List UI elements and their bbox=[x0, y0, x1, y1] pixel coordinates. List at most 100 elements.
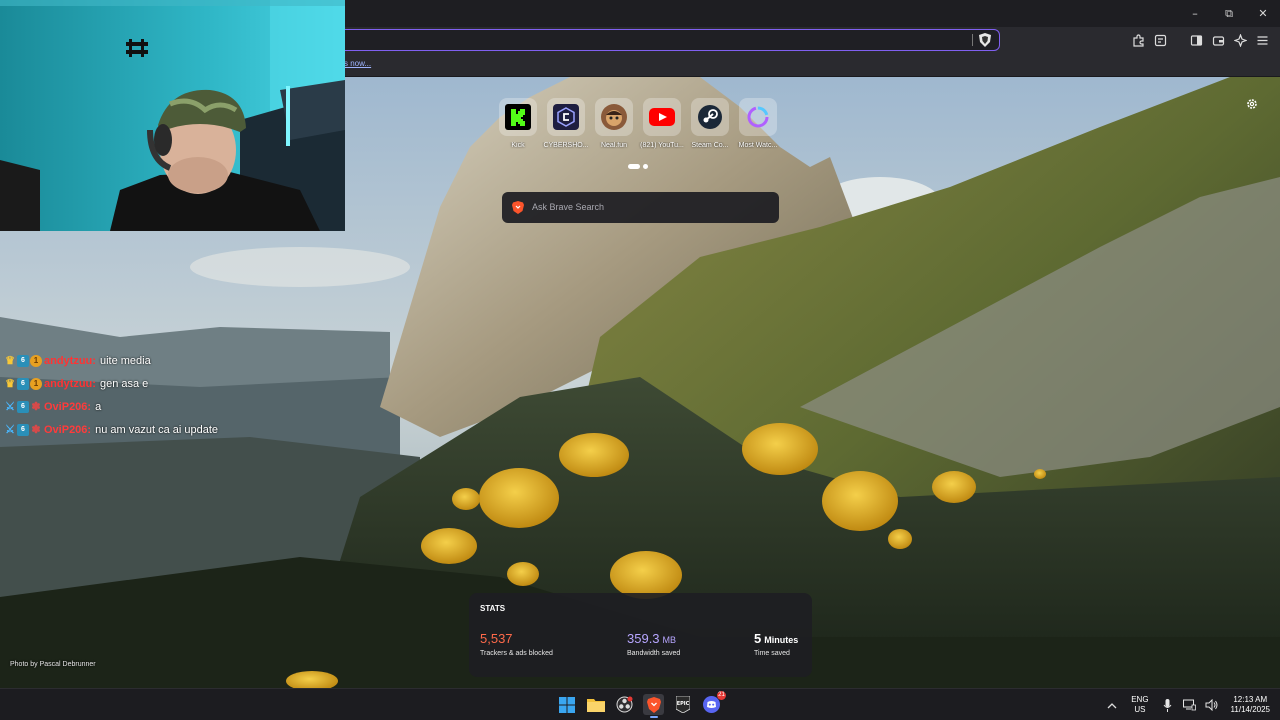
bookmark-link[interactable]: s now... bbox=[344, 59, 371, 68]
top-site-tile[interactable] bbox=[643, 98, 681, 136]
leo-ai-icon[interactable] bbox=[1232, 32, 1248, 48]
top-site-label: Kick bbox=[511, 142, 525, 149]
sidebar-icon[interactable] bbox=[1188, 32, 1204, 48]
youtube-icon bbox=[649, 108, 675, 126]
chat-text: gen asa e bbox=[99, 377, 149, 390]
brave-icon[interactable] bbox=[643, 694, 664, 718]
chat-username: OviP206: bbox=[44, 400, 92, 413]
top-site-tile[interactable] bbox=[499, 98, 537, 136]
top-site-kick[interactable]: Kick bbox=[498, 98, 538, 149]
chat-message: ♛ 6 1 andytzuu: uite media bbox=[4, 349, 218, 372]
subscriber-badge-icon: 6 bbox=[17, 423, 29, 436]
windows-taskbar: EPIC 21 ENG US 12:13 AM 11/14/2025 bbox=[0, 688, 1280, 720]
stream-chat-overlay: ♛ 6 1 andytzuu: uite media ♛ 6 1 andytzu… bbox=[4, 349, 218, 441]
top-site-tile[interactable] bbox=[595, 98, 633, 136]
svg-text:EPIC: EPIC bbox=[676, 701, 689, 707]
stat-time: 5 Minutes Time saved bbox=[754, 631, 798, 657]
page-dot-active[interactable] bbox=[628, 164, 640, 169]
top-site-tile[interactable] bbox=[547, 98, 585, 136]
stat-trackers: 5,537 Trackers & ads blocked bbox=[480, 631, 553, 657]
top-site-steam[interactable]: Steam Co... bbox=[690, 98, 730, 149]
chat-username: andytzuu: bbox=[44, 354, 96, 367]
language-indicator[interactable]: ENG US bbox=[1131, 695, 1148, 715]
stat-trackers-value: 5,537 bbox=[480, 631, 513, 646]
epic-games-icon[interactable]: EPIC bbox=[672, 694, 693, 715]
discord-icon[interactable]: 21 bbox=[701, 691, 726, 715]
stat-trackers-label: Trackers & ads blocked bbox=[480, 650, 553, 657]
coin-badge-icon: 1 bbox=[30, 377, 42, 390]
wallet-icon[interactable] bbox=[1210, 32, 1226, 48]
address-bar-divider bbox=[972, 34, 973, 46]
top-site-label: Most Watc... bbox=[738, 142, 778, 149]
clock[interactable]: 12:13 AM 11/14/2025 bbox=[1231, 695, 1270, 715]
stat-bandwidth-value: 359.3 bbox=[627, 631, 660, 646]
stat-time-label: Time saved bbox=[754, 650, 790, 657]
top-site-youtube[interactable]: (821) YouTu... bbox=[640, 98, 684, 149]
chat-username: andytzuu: bbox=[44, 377, 96, 390]
nealfun-icon bbox=[601, 104, 627, 130]
top-site-most-watched[interactable]: Most Watc... bbox=[738, 98, 778, 149]
page-icon[interactable] bbox=[1152, 32, 1168, 48]
network-icon[interactable] bbox=[1182, 697, 1198, 713]
loading-ring-icon bbox=[747, 106, 769, 128]
stat-time-value: 5 bbox=[754, 631, 762, 646]
chat-message: ♛ 6 1 andytzuu: gen asa e bbox=[4, 372, 218, 395]
settings-gear-icon[interactable] bbox=[1245, 97, 1259, 111]
brave-lion-icon bbox=[512, 201, 524, 214]
clock-time: 12:13 AM bbox=[1233, 695, 1268, 704]
minimize-button[interactable]: – bbox=[1178, 0, 1212, 27]
stats-widget[interactable]: STATS 5,537 Trackers & ads blocked 359.3… bbox=[469, 593, 812, 677]
chat-text: a bbox=[95, 400, 102, 413]
top-site-nealfun[interactable]: Neal.fun bbox=[594, 98, 634, 149]
crown-badge-icon: ♛ bbox=[5, 355, 15, 367]
restore-button[interactable]: ⧉ bbox=[1212, 0, 1246, 27]
stat-bandwidth-label: Bandwidth saved bbox=[627, 650, 681, 657]
top-site-label: Neal.fun bbox=[600, 142, 628, 149]
file-explorer-icon[interactable] bbox=[585, 694, 606, 715]
sword-badge-icon: ⚔ bbox=[5, 424, 15, 436]
brave-search-box[interactable]: Ask Brave Search bbox=[502, 192, 779, 223]
extensions-icon[interactable] bbox=[1130, 32, 1146, 48]
top-site-tile[interactable] bbox=[691, 98, 729, 136]
language-code: ENG bbox=[1131, 695, 1149, 704]
stats-title: STATS bbox=[480, 604, 506, 613]
brave-shields-icon[interactable] bbox=[979, 33, 991, 47]
obs-icon[interactable] bbox=[614, 694, 635, 715]
chevron-up-icon[interactable] bbox=[1104, 697, 1120, 713]
chat-message: ⚔ 6 ✽ OviP206: nu am vazut ca ai update bbox=[4, 418, 218, 441]
top-sites-pagination bbox=[628, 164, 648, 169]
top-site-label: (821) YouTu... bbox=[640, 142, 684, 149]
chat-message: ⚔ 6 ✽ OviP206: a bbox=[4, 395, 218, 418]
gift-badge-icon: ✽ bbox=[31, 424, 41, 436]
top-site-cybershoke[interactable]: CYBERSHO... bbox=[543, 98, 589, 149]
coin-badge-icon: 1 bbox=[30, 354, 42, 367]
stat-time-unit: Minutes bbox=[764, 635, 799, 645]
crown-badge-icon: ♛ bbox=[5, 378, 15, 390]
volume-icon[interactable] bbox=[1204, 697, 1220, 713]
page-dot[interactable] bbox=[643, 164, 648, 169]
steam-icon bbox=[698, 105, 722, 129]
menu-icon[interactable] bbox=[1254, 32, 1270, 48]
screen: – ⧉ ✕ s now... Kick CYBERSHO... Neal.fun… bbox=[0, 0, 1280, 720]
sword-badge-icon: ⚔ bbox=[5, 401, 15, 413]
keyboard-layout: US bbox=[1134, 705, 1146, 714]
top-site-label: CYBERSHO... bbox=[543, 142, 589, 149]
close-button[interactable]: ✕ bbox=[1246, 0, 1280, 27]
subscriber-badge-icon: 6 bbox=[17, 400, 29, 413]
subscriber-badge-icon: 6 bbox=[17, 354, 29, 367]
search-placeholder: Ask Brave Search bbox=[532, 202, 605, 212]
system-tray: ENG US 12:13 AM 11/14/2025 bbox=[1101, 689, 1280, 720]
chat-text: nu am vazut ca ai update bbox=[95, 423, 219, 436]
kick-icon bbox=[505, 104, 531, 130]
discord-notification-badge: 21 bbox=[717, 691, 726, 700]
stat-bandwidth: 359.3 MB Bandwidth saved bbox=[627, 631, 680, 657]
top-site-tile[interactable] bbox=[739, 98, 777, 136]
gift-badge-icon: ✽ bbox=[31, 401, 41, 413]
top-sites-grid: Kick CYBERSHO... Neal.fun (821) YouTu... bbox=[498, 98, 778, 149]
microphone-icon[interactable] bbox=[1160, 697, 1176, 713]
top-site-label: Steam Co... bbox=[691, 142, 729, 149]
windows-start-icon[interactable] bbox=[556, 694, 577, 715]
cybershoke-icon bbox=[553, 104, 579, 130]
photo-credit[interactable]: Photo by Pascal Debrunner bbox=[10, 661, 96, 668]
address-bar[interactable] bbox=[330, 29, 1000, 51]
